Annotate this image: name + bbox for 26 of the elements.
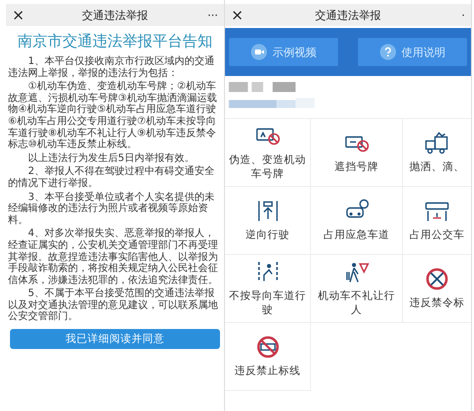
notice-paragraph: 以上违法行为发生后5日内举报有效。 (27, 152, 196, 164)
truck-icon (424, 131, 450, 155)
window-title: 交通违法举报 (81, 8, 149, 22)
more-icon[interactable]: · (449, 8, 465, 22)
window-title: 交通违法举报 (314, 8, 382, 22)
violation-tile[interactable]: 伪造、变造机动车号牌 (225, 119, 311, 187)
notice-paragraph: 2、举报人不得在驾驶过程中有碍交通安全的情况下进行举报。 (8, 166, 216, 190)
notice-paragraph: 4、对多次举报失实、恶意举报的举报人，经查证属实的，公安机关交通管理部门不再受理其举报。故意捏造违法事实陷害他人、以举报为手段敲诈勒索的，将按相关规定纳入公民社会征信体系，涉嫌违法犯罪的，依法追究法律责任。 (8, 228, 219, 286)
close-icon[interactable]: × (12, 6, 28, 24)
notice-paragraph: 1、本平台仅接收南京市行政区域内的交通违法网上举报，举报的违法行为包括： (8, 56, 216, 80)
more-icon[interactable]: ··· (202, 8, 218, 22)
close-icon[interactable]: × (231, 6, 247, 24)
video-camera-icon (250, 44, 266, 60)
violation-tile[interactable]: 违反禁止标线 (225, 323, 311, 391)
notice-paragraph: 3、本平台接受单位或者个人实名提供的未经编辑修改的违法行为照片或者视频等原始资料。 (8, 192, 216, 226)
violation-tile[interactable]: 逆向行驶 (225, 187, 311, 255)
notice-paragraph: ①机动车伪造、变造机动车号牌；②机动车故意遮、污损机动车号牌③机动车抛洒滴漏运载物④机动车逆向行驶⑤机动车占用应急车道行驶⑥机动车占用公交专用道行驶⑦机动车未按导向车道行驶⑧机动车不礼让行人⑨机动车违反禁令标志⑩机动车违反禁止标线。 (8, 81, 218, 151)
violation-tile[interactable]: 占用应急车道 (311, 187, 403, 255)
violation-tile[interactable]: 不按导向车道行驶 (225, 255, 311, 323)
notice-paragraph: 5、不属于本平台接受范围的交通违法举报以及对交通执法管理的意见建议，可以联系属地公安交管部门。 (8, 288, 219, 324)
violation-tile[interactable]: 遮挡号牌 (311, 119, 403, 187)
prohibition-sign-icon (424, 267, 450, 291)
pedestrian-icon (344, 260, 370, 284)
violation-tile[interactable]: 机动车不礼让行人 (311, 255, 403, 323)
help-icon (380, 44, 396, 60)
notice-title: 南京市交通违法举报平台告知 (16, 32, 214, 51)
